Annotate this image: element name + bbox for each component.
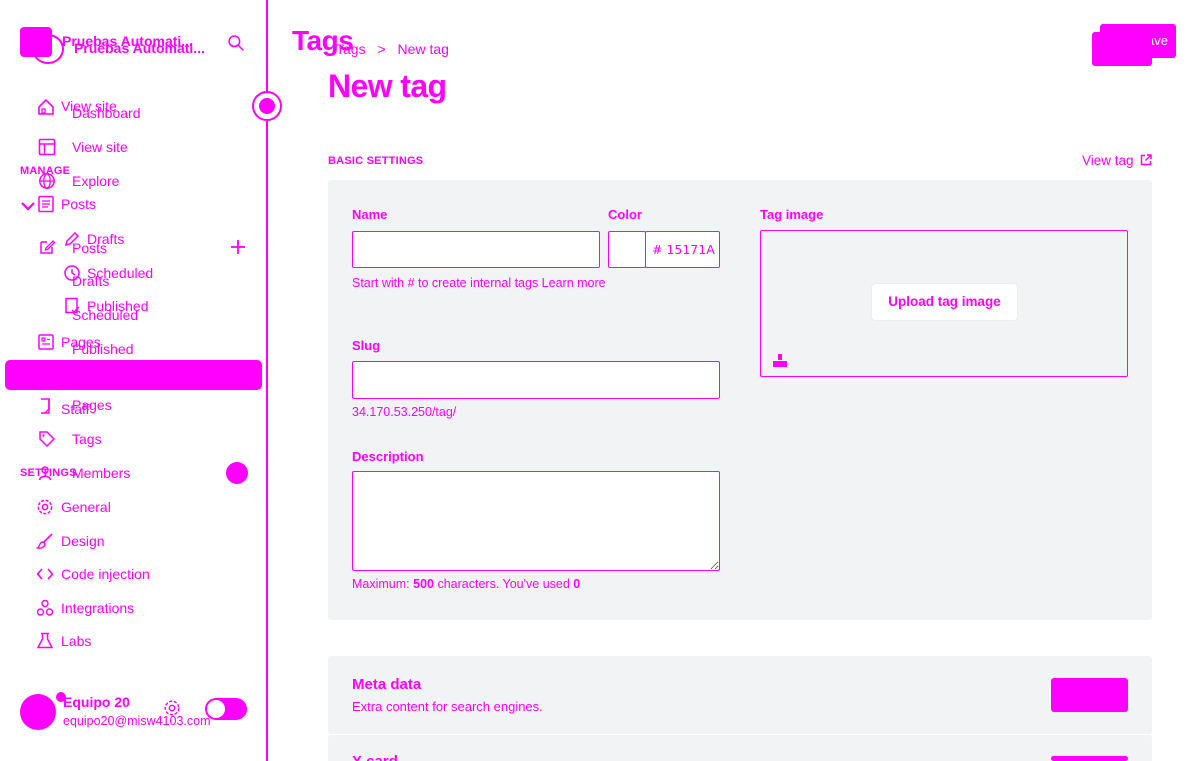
external-link-icon [1140,154,1153,169]
slug-label: Slug [352,338,381,353]
posts-icon [37,195,55,213]
meta-data-title: Meta data [352,676,422,693]
breadcrumb-current: New tag [397,41,449,57]
sidebar: Pruebas Automati... Pruebas Automati... … [0,0,268,761]
search-icon[interactable] [227,34,249,56]
name-input[interactable] [352,231,600,268]
x-card-panel [328,735,1152,761]
integrations-icon [36,599,54,617]
members-badge [226,462,248,484]
active-nav-highlight[interactable] [5,360,262,390]
settings-gear-icon[interactable] [163,699,183,719]
nav-general[interactable]: General [61,499,111,515]
breadcrumb: Tags > New tag [336,41,449,57]
description-label: Description [352,449,424,464]
nav-posts[interactable]: Posts [61,196,96,212]
dark-mode-toggle[interactable] [205,698,247,720]
page-title: New tag [328,68,447,104]
toggle-knob [207,700,225,718]
site-logo-ring [32,34,64,64]
edit-icon [38,238,56,256]
view-tag-link[interactable]: View tag [1082,153,1153,169]
nav-tags[interactable]: Tags [72,431,102,447]
color-input[interactable]: # 15171A [645,231,720,268]
sidebar-resize-handle[interactable] [252,91,282,121]
basic-settings-heading: BASIC SETTINGS [328,155,424,167]
members-icon [38,464,56,482]
meta-data-panel [328,656,1152,734]
image-icon [772,352,788,373]
nav-pages-echo: Pages [72,397,112,413]
nav-integrations[interactable]: Integrations [61,600,134,616]
x-card-expand-button[interactable] [1051,756,1128,761]
upload-tag-image-button[interactable]: Upload tag image [872,284,1017,320]
color-label: Color [608,207,642,222]
breadcrumb-parent[interactable]: Tags [336,41,366,57]
gear-icon [36,498,54,516]
description-textarea[interactable] [352,471,720,571]
handle-dot [259,98,275,114]
user-email: equipo20@misw4103.com [63,714,211,728]
tag-icon [38,430,56,448]
meta-data-subtitle: Extra content for search engines. [352,699,543,714]
breadcrumb-separator: > [377,41,386,57]
name-help: Start with # to create internal tags Lea… [352,276,606,290]
desc-help-pre: Maximum: [352,577,414,591]
nav-explore[interactable]: Explore [72,173,119,189]
flask-icon [36,632,54,650]
nav-posts-echo: Posts [72,240,108,256]
add-post-icon[interactable] [229,238,247,256]
globe-icon [38,172,56,190]
home-icon [37,98,55,116]
desc-help-used: 0 [573,577,581,591]
desc-help-max: 500 [413,577,434,591]
save-button-shadow [1092,32,1152,66]
slug-input[interactable] [352,361,720,399]
brush-icon [36,532,54,550]
description-help: Maximum: 500 characters. You've used 0 [352,577,580,591]
color-swatch[interactable] [608,231,646,268]
desc-help-mid: characters. You've used [433,577,574,591]
nav-published-echo: Published [72,341,134,357]
site-name-echo: Pruebas Automati... [74,40,205,56]
staff-icon [37,397,55,415]
tag-image-label: Tag image [760,207,824,222]
slug-help: 34.170.53.250/tag/ [352,405,457,419]
layout-icon [38,138,56,156]
view-tag-label: View tag [1082,153,1134,168]
code-icon [36,565,54,583]
color-value: # 15171A [652,242,715,257]
meta-data-expand-button[interactable] [1051,678,1128,712]
nav-dashboard[interactable]: Dashboard [72,105,141,121]
tag-image-dropzone[interactable]: Upload tag image [760,230,1128,377]
nav-design[interactable]: Design [61,533,105,549]
nav-code-injection[interactable]: Code injection [61,566,150,582]
upload-button-label: Upload tag image [888,294,1001,309]
user-name[interactable]: Equipo 20 [63,694,130,710]
nav-members[interactable]: Members [72,465,130,481]
name-label: Name [352,207,388,222]
nav-drafts-echo: Drafts [72,273,110,289]
x-card-title: X card [352,753,398,761]
nav-scheduled-echo: Scheduled [72,307,139,323]
chevron-down-icon[interactable] [19,197,35,211]
nav-labs[interactable]: Labs [61,633,91,649]
avatar[interactable] [20,694,56,730]
nav-view-site-2[interactable]: View site [72,139,128,155]
pages-icon [37,333,55,351]
